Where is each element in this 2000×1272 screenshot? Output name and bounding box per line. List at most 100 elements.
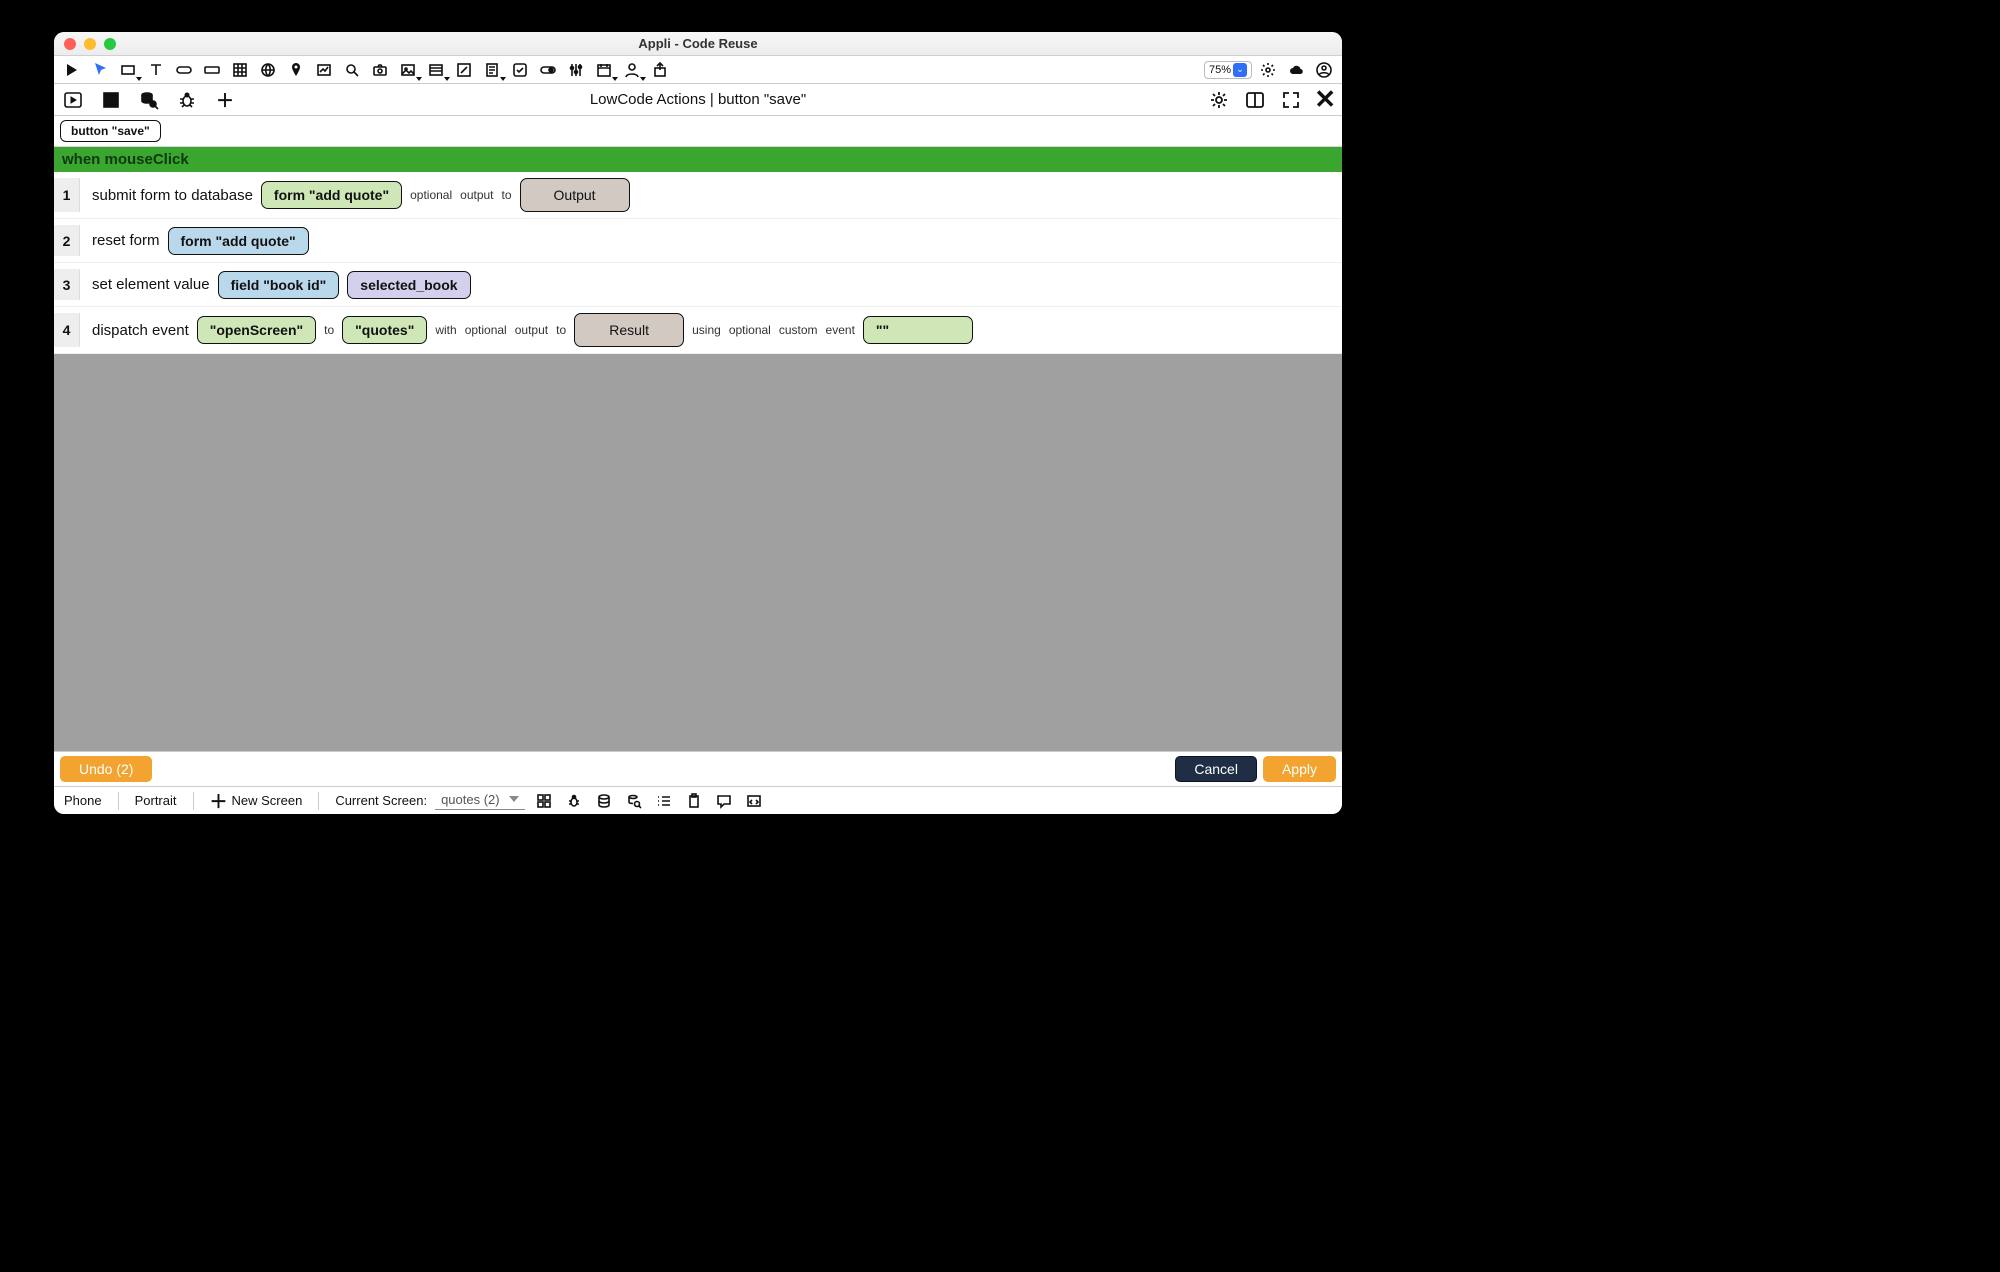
zoom-window-icon[interactable] — [104, 38, 116, 50]
token-purple[interactable]: selected_book — [347, 271, 470, 299]
table-tool-icon[interactable] — [228, 59, 252, 81]
statusbar: Phone Portrait ＋ New Screen Current Scre… — [54, 786, 1342, 814]
camera-icon[interactable] — [368, 59, 392, 81]
minimize-window-icon[interactable] — [84, 38, 96, 50]
action-row[interactable]: 1 submit form to database form "add quote"… — [54, 172, 1342, 219]
pin-icon[interactable] — [284, 59, 308, 81]
button-tool-icon[interactable] — [172, 59, 196, 81]
breadcrumb: button "save" — [54, 116, 1342, 147]
clipboard-icon[interactable] — [683, 790, 705, 812]
breadcrumb-chip[interactable]: button "save" — [60, 120, 161, 142]
action-command: set element value — [88, 276, 210, 293]
event-header[interactable]: when mouseClick — [54, 147, 1342, 172]
image-icon[interactable] — [396, 59, 420, 81]
export-icon[interactable] — [648, 59, 672, 81]
zoom-select[interactable]: 75% ⌄ — [1204, 61, 1252, 79]
database-icon[interactable] — [593, 790, 615, 812]
keyword: using — [692, 323, 721, 337]
globe-icon[interactable] — [256, 59, 280, 81]
token-green[interactable]: "" — [863, 316, 973, 344]
database-search-icon[interactable] — [136, 87, 162, 113]
current-screen-select[interactable]: quotes (2) — [435, 792, 525, 810]
device-select[interactable]: Phone — [64, 793, 102, 808]
numbered-list-icon[interactable] — [653, 790, 675, 812]
app-window: Appli - Code Reuse 75% ⌄ — [54, 32, 1342, 814]
chevron-down-icon: ⌄ — [1233, 63, 1247, 77]
row-number: 2 — [54, 225, 80, 256]
divider — [193, 792, 194, 810]
current-screen-label: Current Screen: — [335, 793, 427, 808]
fullscreen-icon[interactable] — [1278, 87, 1304, 113]
play-icon[interactable] — [60, 59, 84, 81]
keyword: optional — [729, 323, 771, 337]
add-icon[interactable]: ＋ — [212, 87, 238, 113]
close-window-icon[interactable] — [64, 38, 76, 50]
action-row[interactable]: 2 reset form form "add quote" — [54, 219, 1342, 263]
editor-header: ＋ LowCode Actions | button "save" ✕ — [54, 84, 1342, 116]
search-icon[interactable] — [340, 59, 364, 81]
account-icon[interactable] — [1312, 59, 1336, 81]
text-tool-icon[interactable] — [144, 59, 168, 81]
grid-icon[interactable] — [533, 790, 555, 812]
keyword: to — [324, 323, 334, 337]
panels-icon[interactable] — [1242, 87, 1268, 113]
token-brown[interactable]: Output — [520, 178, 630, 212]
window-title: Appli - Code Reuse — [54, 36, 1342, 51]
undo-button[interactable]: Undo (2) — [60, 756, 152, 782]
close-editor-icon[interactable]: ✕ — [1314, 84, 1336, 115]
bottom-actions: Undo (2) Cancel Apply — [54, 751, 1342, 786]
keyword: optional — [410, 188, 452, 202]
row-number: 1 — [54, 178, 80, 212]
token-brown[interactable]: Result — [574, 313, 684, 347]
token-blue[interactable]: form "add quote" — [168, 227, 309, 255]
token-green[interactable]: "quotes" — [342, 316, 427, 344]
action-row[interactable]: 4dispatch event"openScreen"to"quotes"wit… — [54, 307, 1342, 354]
form-icon[interactable] — [480, 59, 504, 81]
database-search-icon[interactable] — [623, 790, 645, 812]
user-icon[interactable] — [620, 59, 644, 81]
rect-tool-icon[interactable] — [116, 59, 140, 81]
keyword: with — [435, 323, 456, 337]
token-blue[interactable]: field "book id" — [218, 271, 340, 299]
toggle-icon[interactable] — [536, 59, 560, 81]
orientation-select[interactable]: Portrait — [135, 793, 177, 808]
keyword: to — [502, 188, 512, 202]
code-icon[interactable] — [743, 790, 765, 812]
canvas[interactable] — [54, 354, 1342, 751]
chart-icon[interactable] — [312, 59, 336, 81]
keyword: optional — [465, 323, 507, 337]
new-screen-button[interactable]: ＋ New Screen — [210, 788, 303, 814]
keyword: output — [460, 188, 493, 202]
actions-list: 1 submit form to database form "add quote"… — [54, 172, 1342, 354]
chevron-down-icon — [509, 796, 519, 802]
settings-gear-icon[interactable] — [1206, 87, 1232, 113]
comment-icon[interactable] — [713, 790, 735, 812]
token-green[interactable]: "openScreen" — [197, 316, 316, 344]
bug-icon[interactable] — [563, 790, 585, 812]
bug-icon[interactable] — [174, 87, 200, 113]
apply-button[interactable]: Apply — [1263, 756, 1336, 782]
keyword: custom — [779, 323, 818, 337]
calendar-icon[interactable] — [592, 59, 616, 81]
sliders-icon[interactable] — [564, 59, 588, 81]
cloud-icon[interactable] — [1284, 59, 1308, 81]
pointer-icon[interactable] — [88, 59, 112, 81]
keyword: event — [826, 323, 855, 337]
action-row[interactable]: 3set element valuefield "book id"selecte… — [54, 263, 1342, 307]
cancel-button[interactable]: Cancel — [1175, 756, 1257, 782]
current-screen-value: quotes (2) — [441, 792, 500, 807]
divider — [118, 792, 119, 810]
divider — [318, 792, 319, 810]
check-icon[interactable] — [508, 59, 532, 81]
edit-icon[interactable] — [452, 59, 476, 81]
action-command: reset form — [88, 232, 160, 249]
keyword: output — [515, 323, 548, 337]
zoom-value: 75% — [1209, 64, 1231, 76]
input-tool-icon[interactable] — [200, 59, 224, 81]
form-list-icon[interactable] — [98, 87, 124, 113]
action-command: submit form to database — [88, 187, 253, 204]
token-green[interactable]: form "add quote" — [261, 181, 402, 209]
preview-icon[interactable] — [60, 87, 86, 113]
list-icon[interactable] — [424, 59, 448, 81]
gear-icon[interactable] — [1256, 59, 1280, 81]
